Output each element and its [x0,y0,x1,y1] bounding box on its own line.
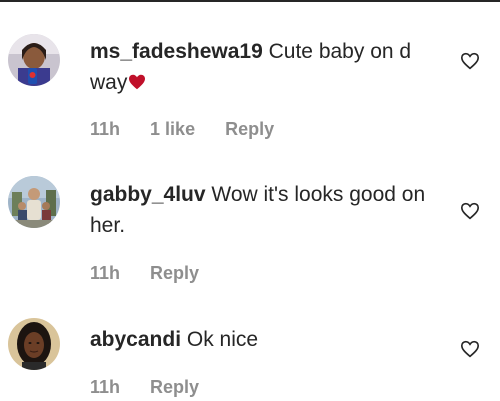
reply-button[interactable]: Reply [150,263,199,283]
avatar[interactable] [8,318,60,370]
reply-button[interactable]: Reply [225,119,274,139]
heart-emoji-icon [129,74,146,90]
comment-time: 11h [90,119,121,139]
comment-text: abycandi Ok nice [90,324,430,355]
like-heart-icon[interactable] [460,340,480,358]
comment-meta: 11h Reply [90,377,224,398]
avatar[interactable] [8,176,60,228]
comment-time: 11h [90,263,121,283]
like-heart-icon[interactable] [460,202,480,220]
comment-text: gabby_4luv Wow it's looks good on her. [90,179,430,241]
comment-username[interactable]: abycandi [90,328,181,351]
comment-meta: 11h Reply [90,263,224,284]
top-divider [0,0,500,2]
comment-message: Ok nice [186,328,259,351]
comment-time: 11h [90,377,121,397]
reply-button[interactable]: Reply [150,377,199,397]
comment-likes-count[interactable]: 1 like [150,119,195,139]
like-heart-icon[interactable] [460,52,480,70]
comment-username[interactable]: ms_fadeshewa19 [90,40,263,63]
comment-username[interactable]: gabby_4luv [90,183,206,206]
comment-meta: 11h 1 like Reply [90,119,299,140]
avatar[interactable] [8,34,60,86]
comment-text: ms_fadeshewa19 Cute baby on d way [90,36,430,98]
